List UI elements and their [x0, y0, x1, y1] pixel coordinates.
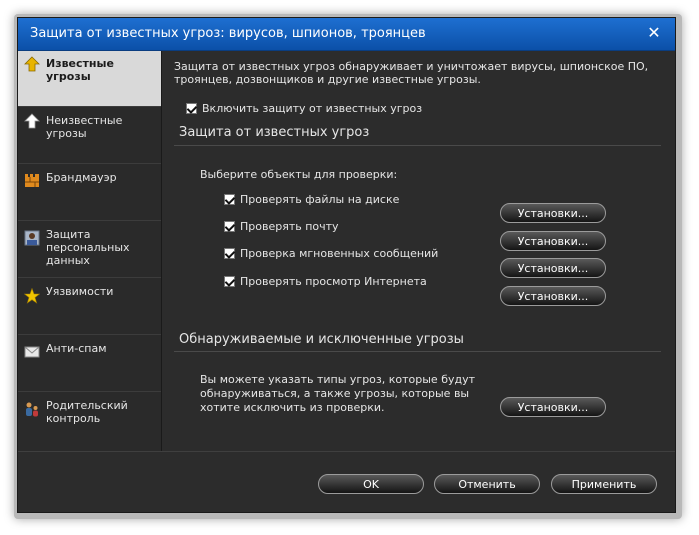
envelope-icon: [24, 346, 40, 358]
ok-button[interactable]: OK: [318, 474, 424, 494]
check-web-checkbox[interactable]: [224, 275, 235, 287]
im-settings-button[interactable]: Установки...: [500, 258, 606, 278]
sidebar: Известные угрозы Неизвестные угрозы Бран…: [18, 51, 162, 451]
check-mail-checkbox[interactable]: [224, 220, 235, 232]
check-mail-row[interactable]: Проверять почту: [224, 219, 339, 233]
footer-bar: OK Отменить Применить: [18, 451, 675, 512]
check-web-label: Проверять просмотр Интернета: [240, 274, 427, 288]
arrow-up-icon: [24, 56, 40, 72]
parental-control-icon: [26, 402, 38, 417]
cancel-button[interactable]: Отменить: [434, 474, 540, 494]
enable-protection-row[interactable]: Включить защиту от известных угроз: [186, 101, 422, 115]
check-im-checkbox[interactable]: [224, 247, 235, 259]
sidebar-item-firewall[interactable]: Брандмауэр: [18, 165, 161, 221]
section-divider: [174, 351, 661, 352]
mail-settings-button[interactable]: Установки...: [500, 231, 606, 251]
intro-text: Защита от известных угроз обнаруживает и…: [174, 60, 649, 86]
personal-data-icon: [24, 230, 40, 246]
dialog-window: Защита от известных угроз: вирусов, шпио…: [17, 17, 676, 513]
detected-threats-description: Вы можете указать типы угроз, которые бу…: [200, 373, 476, 414]
sidebar-item-parental-control[interactable]: Родительский контроль: [18, 393, 161, 449]
window-title: Защита от известных угроз: вирусов, шпио…: [30, 26, 426, 41]
sidebar-item-personal-data[interactable]: Защита персональных данных: [18, 222, 161, 278]
enable-protection-checkbox[interactable]: [186, 102, 197, 114]
select-objects-prompt: Выберите объекты для проверки:: [200, 168, 398, 181]
check-mail-label: Проверять почту: [240, 219, 339, 233]
sidebar-item-known-threats[interactable]: Известные угрозы: [18, 51, 161, 107]
sidebar-item-label: Известные угрозы: [46, 57, 114, 83]
star-icon: [24, 288, 40, 304]
sidebar-item-vulnerabilities[interactable]: Уязвимости: [18, 279, 161, 335]
main-panel: Защита от известных угроз обнаруживает и…: [162, 51, 675, 451]
sidebar-item-unknown-threats[interactable]: Неизвестные угрозы: [18, 108, 161, 164]
sidebar-item-label: Неизвестные угрозы: [46, 114, 123, 140]
enable-protection-label: Включить защиту от известных угроз: [202, 101, 423, 115]
firewall-icon: [25, 174, 39, 187]
sidebar-item-antispam[interactable]: Анти-спам: [18, 336, 161, 392]
sidebar-item-label: Уязвимости: [46, 285, 114, 298]
check-im-row[interactable]: Проверка мгновенных сообщений: [224, 246, 438, 260]
close-button[interactable]: ✕: [645, 24, 663, 42]
check-files-row[interactable]: Проверять файлы на диске: [224, 192, 399, 206]
web-settings-button[interactable]: Установки...: [500, 286, 606, 306]
section-known-threats-title: Защита от известных угроз: [179, 125, 370, 140]
apply-button[interactable]: Применить: [551, 474, 657, 494]
check-files-label: Проверять файлы на диске: [240, 192, 400, 206]
check-web-row[interactable]: Проверять просмотр Интернета: [224, 274, 427, 288]
section-detected-threats-title: Обнаруживаемые и исключенные угрозы: [179, 332, 464, 347]
check-im-label: Проверка мгновенных сообщений: [240, 246, 439, 260]
sidebar-item-label: Анти-спам: [46, 342, 107, 355]
sidebar-item-label: Родительский контроль: [46, 399, 128, 425]
sidebar-item-label: Брандмауэр: [46, 171, 117, 184]
section-divider: [174, 145, 661, 146]
arrow-up-icon: [24, 113, 40, 129]
check-files-checkbox[interactable]: [224, 193, 235, 205]
title-bar[interactable]: Защита от известных угроз: вирусов, шпио…: [18, 18, 675, 51]
threats-settings-button[interactable]: Установки...: [500, 397, 606, 417]
sidebar-item-label: Защита персональных данных: [46, 228, 130, 267]
files-settings-button[interactable]: Установки...: [500, 203, 606, 223]
